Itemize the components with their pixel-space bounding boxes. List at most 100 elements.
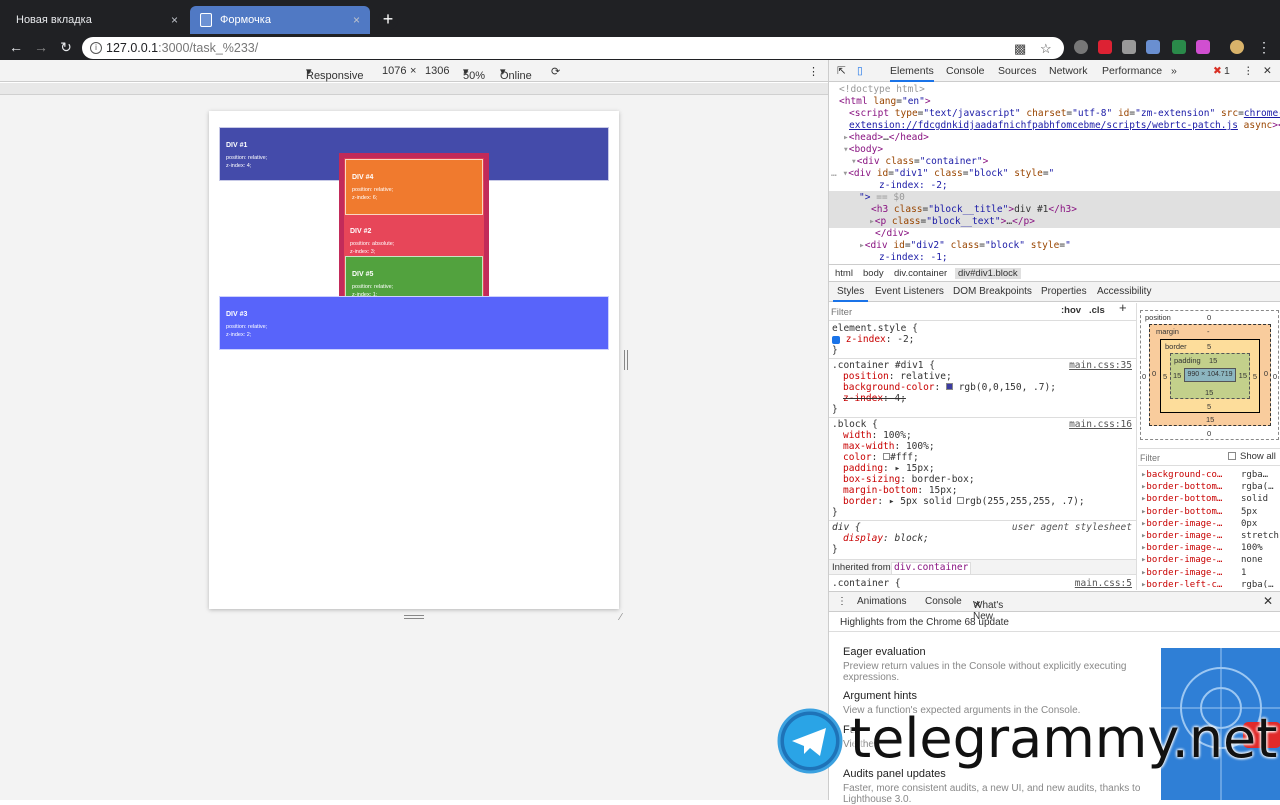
style-prop[interactable]: color: #fff; (843, 452, 919, 464)
script-node[interactable]: <script type="text/javascript" charset="… (849, 108, 1280, 120)
computed-row[interactable]: ▸border-image-… 1 (1141, 567, 1280, 579)
computed-row[interactable]: ▸border-image-… none (1141, 554, 1280, 566)
rule-selector[interactable]: .block { (832, 419, 878, 431)
media-query-ruler[interactable] (0, 83, 828, 95)
computed-row[interactable]: ▸border-image-… 100% (1141, 542, 1280, 554)
inherited-from-link[interactable]: div.container (891, 562, 972, 575)
style-prop[interactable]: max-width: 100%; (843, 441, 935, 453)
more-tabs-button[interactable]: » (1171, 65, 1177, 77)
bm-content[interactable]: 990 × 104.719 (1184, 368, 1236, 382)
rule-selector[interactable]: .container { (832, 578, 901, 590)
devtools-menu-icon[interactable]: ⋮ (1243, 65, 1254, 77)
tab-dom-breakpoints[interactable]: DOM Breakpoints (953, 286, 1032, 297)
tab-network[interactable]: Network (1049, 65, 1088, 77)
script-src-link[interactable]: extension://fdcgdnkidjaadafnichfpabhfomc… (849, 120, 1280, 132)
bm-position[interactable]: position 0 0 0 0 margin - 0 0 15 border … (1140, 310, 1279, 440)
computed-row[interactable]: ▸background-co… rgba… (1141, 469, 1280, 481)
resize-corner-handle[interactable]: ∕ (620, 612, 630, 623)
bm-border[interactable]: border 5 5 5 5 padding 15 15 15 15 990 ×… (1160, 339, 1260, 413)
cls-toggle[interactable]: .cls (1089, 305, 1105, 317)
container-node[interactable]: ▾<div class="container"> (851, 156, 988, 168)
style-prop[interactable]: width: 100%; (843, 430, 912, 442)
html-node[interactable]: <html lang="en"> (839, 96, 931, 108)
tab-elements[interactable]: Elements (890, 65, 934, 82)
address-bar[interactable]: i 127.0.0.1:3000/task_%233/ ▩ ☆ (82, 37, 1064, 59)
head-node[interactable]: ▸<head>…</head> (843, 132, 929, 144)
tab-console[interactable]: Console (946, 65, 985, 77)
computed-row[interactable]: ▸border-bottom… rgba(… (1141, 481, 1280, 493)
resize-height-handle[interactable] (404, 615, 424, 619)
tab-styles[interactable]: Styles (833, 286, 869, 302)
more-options-icon[interactable]: ⋮ (808, 65, 819, 78)
close-tab-icon[interactable]: ✕ (973, 600, 981, 611)
tab-new-tab[interactable]: Новая вкладка × (6, 6, 188, 34)
extension-icon[interactable] (1146, 40, 1160, 54)
computed-row[interactable]: ▸border-image-… 0px (1141, 518, 1280, 530)
extension-icon[interactable] (1098, 40, 1112, 54)
new-rule-icon[interactable]: + (1119, 303, 1127, 314)
tab-formochka[interactable]: Формочка × (190, 6, 370, 34)
div2-style-value[interactable]: z-index: -1; (879, 252, 948, 263)
error-count[interactable]: 1 (1224, 65, 1230, 77)
style-prop[interactable]: padding: ▸ 15px; (843, 463, 935, 475)
style-prop[interactable]: display: block; (843, 533, 929, 545)
div-close-tag[interactable]: </div> (875, 228, 909, 240)
device-mode-select[interactable]: Responsive ▾ (306, 65, 363, 82)
rule-selector[interactable]: .container #div1 { (832, 360, 935, 372)
crumb-html[interactable]: html (835, 268, 853, 279)
throttle-select[interactable]: Online ▾ (500, 65, 532, 82)
translate-icon[interactable]: ▩ (1014, 41, 1026, 57)
star-icon[interactable]: ☆ (1040, 41, 1052, 57)
tab-properties[interactable]: Properties (1041, 286, 1087, 297)
style-prop[interactable]: position: relative; (843, 371, 952, 383)
computed-filter-input[interactable] (1140, 451, 1210, 464)
crumb-div1[interactable]: div#div1.block (955, 268, 1021, 279)
style-prop[interactable]: border: ▸ 5px solid rgb(255,255,255, .7)… (843, 496, 1085, 508)
extension-icon[interactable] (1196, 40, 1210, 54)
rotate-icon[interactable]: ⟳ (551, 65, 560, 78)
zoom-select[interactable]: 50% ▾ (463, 65, 485, 82)
doctype-node[interactable]: <!doctype html> (839, 84, 925, 96)
div1-node[interactable]: … ▾<div id="div1" class="block" style=" (831, 168, 1054, 180)
computed-row[interactable]: ▸border-left-c… rgba(… (1141, 579, 1280, 590)
tab-close-icon[interactable]: × (353, 13, 360, 27)
rule-source-link[interactable]: main.css:16 (1069, 419, 1132, 431)
computed-row[interactable]: ▸border-bottom… 5px (1141, 506, 1280, 518)
element-style-prop[interactable]: z-index: -2; (832, 334, 914, 346)
avatar[interactable] (1230, 40, 1244, 54)
reload-icon[interactable]: ↻ (56, 37, 76, 57)
width-input[interactable]: 1076 (382, 65, 406, 77)
close-devtools-icon[interactable]: ✕ (1263, 65, 1272, 77)
tab-sources[interactable]: Sources (998, 65, 1037, 77)
drawer-menu-icon[interactable]: ⋮ (837, 596, 847, 607)
hov-toggle[interactable]: :hov (1061, 305, 1081, 317)
whats-new-item[interactable]: Eager evaluation Preview return values i… (843, 646, 1143, 683)
extension-icon[interactable] (1122, 40, 1136, 54)
tab-accessibility[interactable]: Accessibility (1097, 286, 1151, 297)
div1-style-value[interactable]: z-index: -2; (879, 180, 948, 192)
p-node[interactable]: ▸<p class="block__text">…</p> (869, 216, 1035, 228)
tab-close-icon[interactable]: × (171, 13, 178, 27)
bm-margin[interactable]: margin - 0 0 15 border 5 5 5 5 padding 1… (1149, 324, 1271, 426)
style-prop[interactable]: box-sizing: border-box; (843, 474, 975, 486)
forward-icon[interactable]: → (31, 37, 51, 57)
computed-row[interactable]: ▸border-bottom… solid (1141, 493, 1280, 505)
tab-event-listeners[interactable]: Event Listeners (875, 286, 944, 297)
bm-padding[interactable]: padding 15 15 15 15 990 × 104.719 (1170, 353, 1250, 399)
device-toggle-icon[interactable]: ▯ (857, 65, 863, 77)
info-icon[interactable]: i (90, 42, 102, 54)
style-prop[interactable]: margin-bottom: 15px; (843, 485, 957, 497)
style-prop-overridden[interactable]: z-index: 4; (843, 393, 906, 405)
h3-node[interactable]: <h3 class="block__title">div #1</h3> (871, 204, 1077, 216)
drawer-tab-console[interactable]: Console (925, 596, 962, 607)
menu-icon[interactable]: ⋮ (1254, 37, 1274, 57)
element-style-selector[interactable]: element.style { (832, 323, 918, 335)
rule-selector[interactable]: div { (832, 522, 861, 534)
style-prop[interactable]: background-color: rgb(0,0,150, .7); (843, 382, 1056, 394)
crumb-body[interactable]: body (863, 268, 884, 279)
computed-row[interactable]: ▸border-image-… stretch (1141, 530, 1280, 542)
extension-icon[interactable] (1074, 40, 1088, 54)
inspect-icon[interactable]: ⇱ (837, 65, 846, 77)
rule-source-link[interactable]: main.css:5 (1075, 578, 1132, 590)
new-tab-button[interactable]: + (378, 10, 398, 30)
